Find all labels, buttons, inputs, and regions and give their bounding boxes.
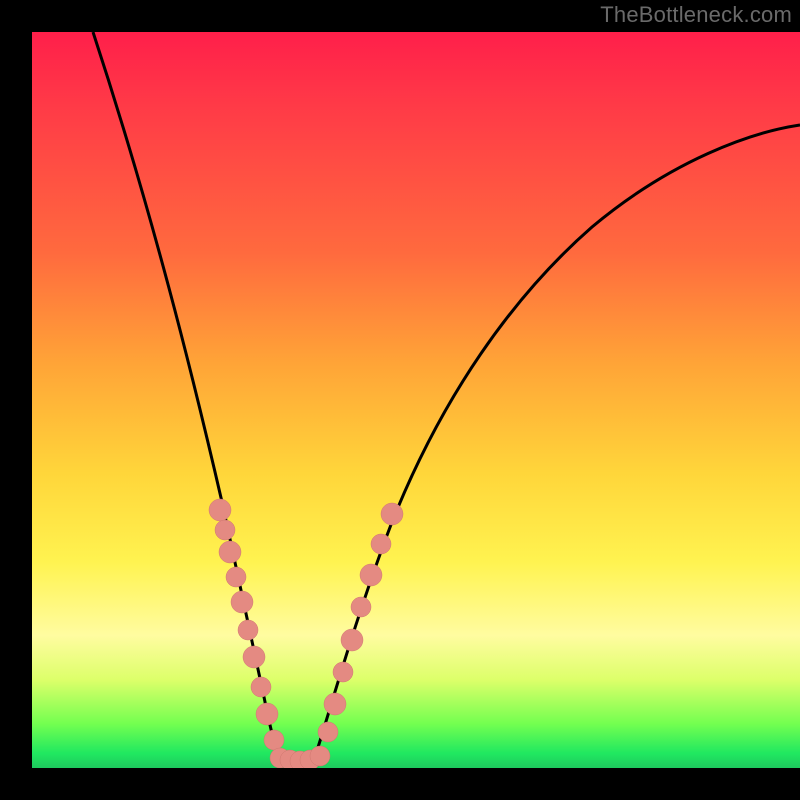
watermark-text: TheBottleneck.com [600,2,792,28]
plot-area [32,32,800,768]
right-curve [312,125,800,766]
beads-bottom [270,746,330,768]
beads-right [318,503,403,742]
beads-left [209,499,284,750]
curve-layer [32,32,800,768]
chart-frame: TheBottleneck.com [0,0,800,800]
